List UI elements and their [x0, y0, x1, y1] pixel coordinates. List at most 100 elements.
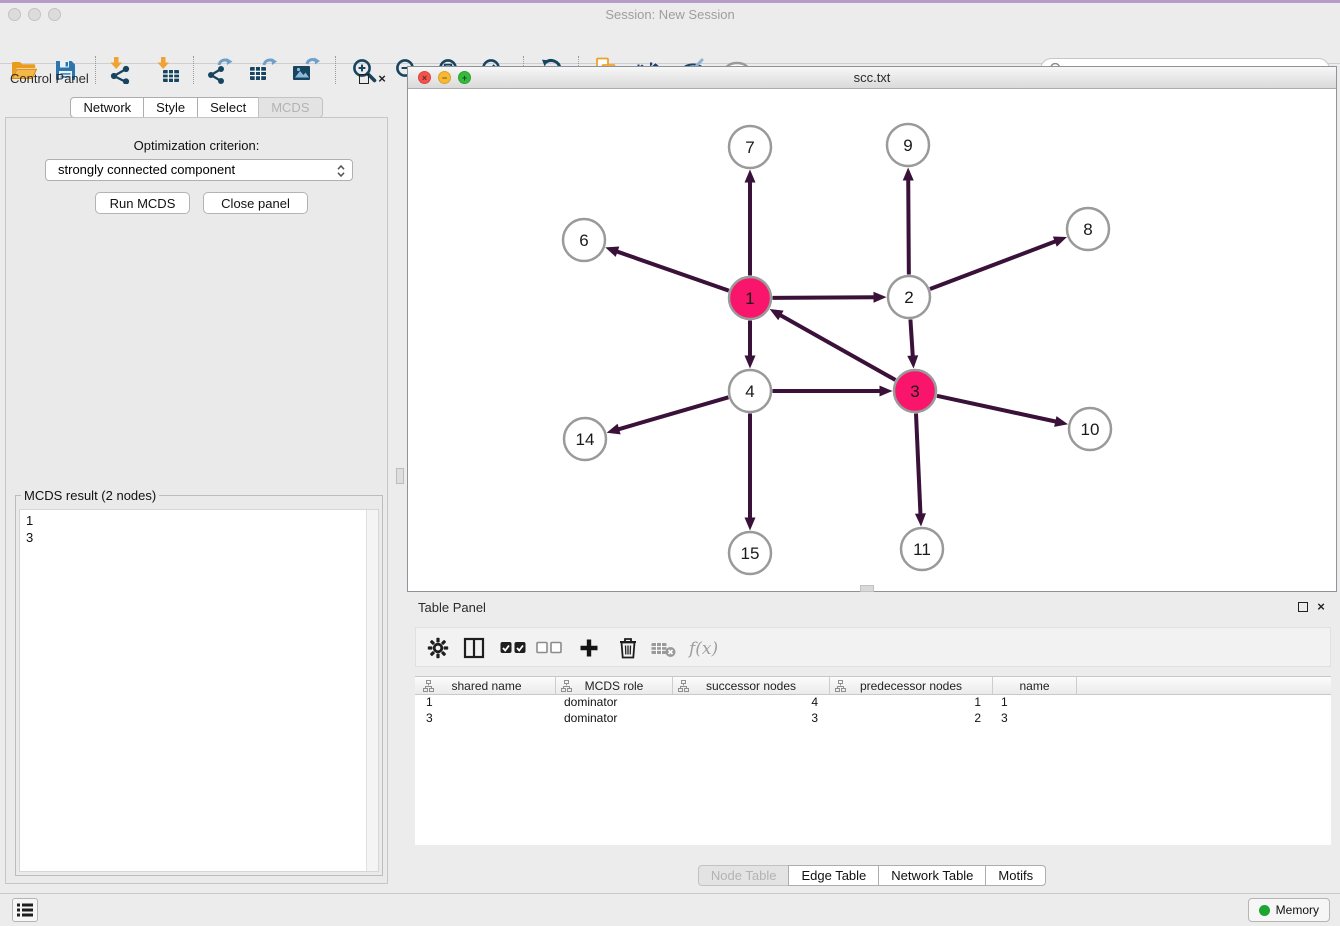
graph-node-6[interactable]: 6 [563, 219, 605, 261]
graph-node-1[interactable]: 1 [729, 277, 771, 319]
edge-arrowhead [605, 247, 619, 257]
svg-text:4: 4 [745, 382, 754, 401]
show-columns-button[interactable] [461, 636, 487, 660]
add-row-button[interactable] [576, 636, 602, 660]
float-table-panel-button[interactable] [1297, 601, 1309, 613]
svg-text:f(x): f(x) [687, 639, 718, 659]
graph-node-9[interactable]: 9 [887, 124, 929, 166]
svg-text:1: 1 [745, 289, 754, 308]
network-view-window: × − + scc.txt 7968124314101511 [407, 66, 1337, 592]
deselect-all-button[interactable] [536, 636, 562, 660]
column-header-name[interactable]: name [993, 677, 1077, 694]
tab-network[interactable]: Network [70, 97, 144, 118]
edge-arrowhead [915, 513, 926, 526]
column-header-predecessor-nodes[interactable]: predecessor nodes [830, 677, 993, 694]
toolbar-separator [193, 56, 194, 84]
export-table-button[interactable] [247, 55, 279, 85]
graph-node-4[interactable]: 4 [729, 370, 771, 412]
graph-node-15[interactable]: 15 [729, 532, 771, 574]
run-mcds-button[interactable]: Run MCDS [95, 192, 190, 214]
table-cell[interactable]: 2 [830, 711, 993, 727]
tab-node-table[interactable]: Node Table [698, 865, 790, 886]
column-type-icon [835, 680, 846, 692]
table-cell[interactable]: 3 [993, 711, 1077, 727]
graph-edge-3-10[interactable] [937, 396, 1057, 422]
close-panel-button[interactable]: × [376, 72, 388, 84]
table-cell[interactable]: dominator [556, 711, 673, 727]
tab-edge-table[interactable]: Edge Table [788, 865, 879, 886]
column-header-successor-nodes[interactable]: successor nodes [673, 677, 830, 694]
graph-edge-1-2[interactable] [772, 297, 875, 298]
optimization-label: Optimization criterion: [6, 138, 387, 153]
criterion-dropdown[interactable]: strongly connected component [45, 159, 353, 181]
window-title: Session: New Session [0, 3, 1340, 26]
close-panel-action-button[interactable]: Close panel [203, 192, 308, 214]
dropdown-stepper-icon [336, 163, 346, 179]
table-cell[interactable]: 4 [673, 695, 830, 711]
graph-edge-3-11[interactable] [916, 413, 921, 515]
network-canvas[interactable]: 7 9 6 8 1 2 4 3 14 10 15 11 [408, 89, 1336, 592]
graph-edge-2-8[interactable] [930, 241, 1057, 289]
table-cell[interactable]: dominator [556, 695, 673, 711]
graph-edge-3-1[interactable] [779, 314, 895, 380]
table-cell[interactable]: 1 [830, 695, 993, 711]
table-cell[interactable]: 1 [418, 695, 556, 711]
control-panel-title: Control Panel [10, 71, 89, 86]
vertical-splitter-grip[interactable] [396, 468, 404, 484]
svg-text:9: 9 [903, 136, 912, 155]
memory-status-icon [1259, 905, 1270, 916]
import-network-button[interactable] [103, 55, 135, 85]
graph-edge-1-6[interactable] [616, 251, 729, 291]
edge-arrowhead [873, 292, 886, 303]
main-toolbar [0, 26, 1340, 64]
graph-node-7[interactable]: 7 [729, 126, 771, 168]
tab-motifs[interactable]: Motifs [985, 865, 1046, 886]
tab-style[interactable]: Style [143, 97, 198, 118]
tab-mcds[interactable]: MCDS [258, 97, 322, 118]
horizontal-splitter-grip[interactable] [860, 585, 874, 592]
graph-node-2[interactable]: 2 [888, 276, 930, 318]
export-network-button[interactable] [203, 55, 235, 85]
mcds-result-group: MCDS result (2 nodes) 1 3 [15, 495, 383, 876]
main-titlebar: Session: New Session [0, 3, 1340, 26]
table-settings-button[interactable] [425, 636, 451, 660]
table-toolbar: f(x) [415, 627, 1331, 667]
close-table-panel-button[interactable]: × [1315, 600, 1327, 612]
delete-row-button[interactable] [615, 636, 641, 660]
mcds-result-title: MCDS result (2 nodes) [21, 488, 159, 503]
delete-table-icon [651, 638, 677, 658]
toolbar-separator [335, 56, 336, 84]
import-table-button[interactable] [150, 55, 182, 85]
float-panel-button[interactable] [358, 73, 370, 85]
graph-node-10[interactable]: 10 [1069, 408, 1111, 450]
graph-node-11[interactable]: 11 [901, 528, 943, 570]
unchecked-boxes-icon [536, 641, 562, 655]
table-row[interactable]: 3dominator323 [415, 711, 1331, 727]
graph-edge-2-9[interactable] [908, 178, 909, 274]
mcds-result-box[interactable]: 1 3 [19, 509, 379, 872]
svg-text:6: 6 [579, 231, 588, 250]
table-cell[interactable]: 3 [418, 711, 556, 727]
graph-edge-2-3[interactable] [910, 319, 912, 357]
graph-edge-4-14[interactable] [617, 397, 728, 429]
edge-arrowhead [1054, 416, 1068, 427]
table-cell[interactable]: 3 [673, 711, 830, 727]
svg-text:8: 8 [1083, 220, 1092, 239]
column-header-MCDS-role[interactable]: MCDS role [556, 677, 673, 694]
select-all-button[interactable] [500, 636, 526, 660]
svg-text:10: 10 [1081, 420, 1100, 439]
column-header-shared-name[interactable]: shared name [418, 677, 556, 694]
svg-text:7: 7 [745, 138, 754, 157]
task-history-button[interactable] [12, 898, 38, 922]
toolbar-separator [95, 56, 96, 84]
graph-node-8[interactable]: 8 [1067, 208, 1109, 250]
tab-select[interactable]: Select [197, 97, 259, 118]
tab-network-table[interactable]: Network Table [878, 865, 986, 886]
table-cell[interactable]: 1 [993, 695, 1077, 711]
export-image-button[interactable] [290, 55, 322, 85]
result-scrollbar[interactable] [366, 510, 378, 871]
memory-button[interactable]: Memory [1248, 898, 1330, 922]
table-row[interactable]: 1dominator411 [415, 695, 1331, 711]
graph-node-14[interactable]: 14 [564, 418, 606, 460]
graph-node-3[interactable]: 3 [894, 370, 936, 412]
